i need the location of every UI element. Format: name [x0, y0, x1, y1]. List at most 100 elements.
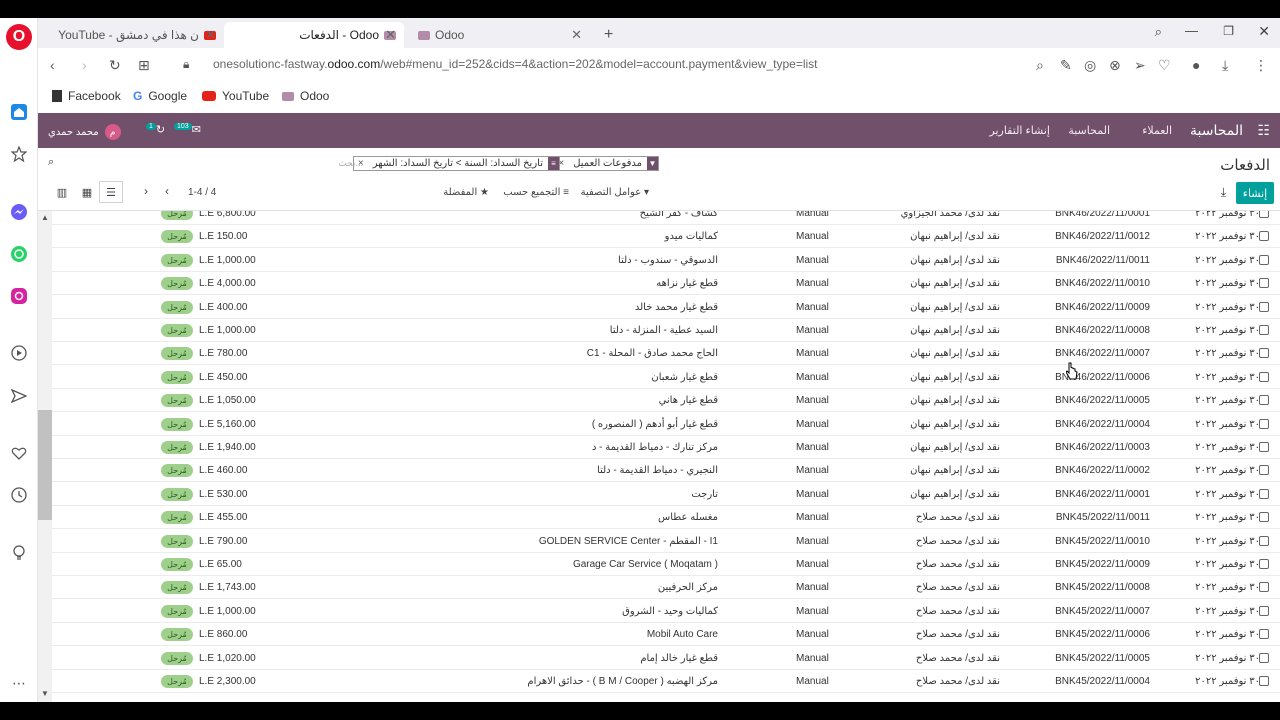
forward-icon[interactable]: ›: [82, 57, 87, 73]
search-input[interactable]: بحث...: [338, 158, 363, 169]
row-checkbox[interactable]: [1259, 211, 1269, 218]
row-checkbox[interactable]: [1259, 488, 1269, 499]
table-row[interactable]: ٣٠ نوفمبر ٢٠٢٢ BNK46/2022/11/0004 نقد لدى/…: [52, 413, 1280, 436]
table-row[interactable]: ٣٠ نوفمبر ٢٠٢٢ BNK46/2022/11/0010 نقد لدى/…: [52, 272, 1280, 296]
user-menu[interactable]: م محمد حمدي: [48, 124, 121, 140]
table-row[interactable]: ٣٠ نوفمبر ٢٠٢٢ BNK46/2022/11/0008 نقد لدى/…: [52, 319, 1280, 342]
download-icon[interactable]: ⤓: [1222, 57, 1228, 74]
table-row[interactable]: ٣٠ نوفمبر ٢٠٢٢ BNK46/2022/11/0003 نقد لدى/…: [52, 436, 1280, 459]
window-close-icon[interactable]: ✕: [1258, 23, 1270, 40]
lightbulb-icon[interactable]: [9, 543, 29, 563]
close-icon[interactable]: ✕: [385, 27, 396, 43]
facet-filter[interactable]: ▼ مدفوعات العميل ×: [553, 156, 659, 171]
groupby-dropdown[interactable]: ≡ التجميع حسب: [503, 187, 569, 198]
table-row[interactable]: ٣٠ نوفمبر ٢٠٢٢ BNK45/2022/11/0009 نقد لدى/…: [52, 553, 1280, 576]
tab-youtube[interactable]: ن هذا في دمشق - YouTube ✕: [44, 22, 224, 48]
row-checkbox[interactable]: [1259, 559, 1269, 569]
list-view-button[interactable]: ☰: [99, 181, 123, 203]
facet-groupby[interactable]: ≡ تاريخ السداد: السنة > تاريخ السداد: ال…: [352, 156, 560, 171]
url-field[interactable]: onesolutionc-fastway.odoo.com/web#menu_i…: [213, 57, 818, 71]
send-icon[interactable]: ➢: [1134, 57, 1146, 74]
messenger-icon[interactable]: [9, 202, 29, 222]
search-tabs-icon[interactable]: ⌕: [1155, 24, 1162, 40]
bookmark-youtube[interactable]: YouTube: [202, 89, 269, 103]
filters-dropdown[interactable]: ▾ عوامل التصفية: [581, 187, 649, 198]
menu-reports[interactable]: إنشاء التقارير: [989, 124, 1050, 137]
row-checkbox[interactable]: [1259, 442, 1269, 452]
bookmark-google[interactable]: G Google: [133, 89, 187, 103]
table-row[interactable]: ٣٠ نوفمبر ٢٠٢٢ BNK45/2022/11/0007 نقد لدى/…: [52, 600, 1280, 623]
back-icon[interactable]: ‹: [50, 57, 55, 73]
table-row[interactable]: ٣٠ نوفمبر ٢٠٢٢ BNK45/2022/11/0004 نقد لدى/…: [52, 670, 1280, 693]
row-checkbox[interactable]: [1259, 676, 1269, 686]
row-checkbox[interactable]: [1259, 254, 1269, 265]
star-icon[interactable]: [9, 144, 29, 164]
close-icon[interactable]: ✕: [571, 27, 582, 43]
new-tab-button[interactable]: +: [596, 22, 621, 48]
kanban-view-button[interactable]: ▦: [75, 181, 99, 203]
table-row[interactable]: ٣٠ نوفمبر ٢٠٢٢ BNK45/2022/11/0008 نقد لدى/…: [52, 576, 1280, 600]
row-checkbox[interactable]: [1259, 605, 1269, 616]
table-row[interactable]: ٣٠ نوفمبر ٢٠٢٢ BNK45/2022/11/0005 نقد لدى/…: [52, 647, 1280, 670]
reload-icon[interactable]: ↻: [109, 57, 121, 74]
table-row[interactable]: ٣٠ نوفمبر ٢٠٢٢ BNK45/2022/11/0010 نقد لدى/…: [52, 530, 1280, 553]
adblock-icon[interactable]: ⊗: [1109, 57, 1121, 74]
home-icon[interactable]: [9, 102, 29, 122]
row-checkbox[interactable]: [1259, 371, 1269, 382]
activity-icon[interactable]: ↻1: [146, 123, 165, 136]
tab-odoo[interactable]: Odoo ✕: [410, 22, 590, 48]
minimize-icon[interactable]: —: [1185, 23, 1198, 38]
menu-customers[interactable]: العملاء: [1142, 124, 1172, 137]
player-icon[interactable]: [9, 343, 29, 363]
profile-icon[interactable]: ●: [1192, 57, 1200, 73]
table-row[interactable]: ٣٠ نوفمبر ٢٠٢٢ BNK46/2022/11/0012 نقد لدى/…: [52, 225, 1280, 249]
row-checkbox[interactable]: [1259, 652, 1269, 663]
create-button[interactable]: إنشاء: [1236, 182, 1274, 204]
table-row[interactable]: ٣٠ نوفمبر ٢٠٢٢ BNK46/2022/11/0011 نقد لدى/…: [52, 249, 1280, 272]
scrollbar[interactable]: ▲ ▼: [38, 211, 52, 702]
table-row[interactable]: ٣٠ نوفمبر ٢٠٢٢ BNK46/2022/11/0007 نقد لدى/…: [52, 342, 1280, 366]
table-row[interactable]: ٣٠ نوفمبر ٢٠٢٢ BNK46/2022/11/0005 نقد لدى/…: [52, 389, 1280, 413]
menu-accounting[interactable]: المحاسبة: [1068, 124, 1110, 137]
row-checkbox[interactable]: [1259, 629, 1269, 640]
row-checkbox[interactable]: [1259, 278, 1269, 289]
bookmark-facebook[interactable]: Facebook: [52, 89, 121, 103]
app-title[interactable]: المحاسبة: [1190, 122, 1243, 139]
download-icon[interactable]: ⤓: [1221, 185, 1226, 200]
tabs-grid-icon[interactable]: ⊞: [138, 57, 150, 74]
menu-icon[interactable]: ⋮: [1254, 57, 1268, 74]
table-row[interactable]: ٣٠ نوفمبر ٢٠٢٢ BNK46/2022/11/0001 نقد لدى/…: [52, 211, 1280, 225]
edit-icon[interactable]: ✎: [1060, 57, 1072, 74]
graph-view-button[interactable]: ▥: [50, 181, 74, 203]
row-checkbox[interactable]: [1259, 512, 1269, 523]
tab-odoo-payments[interactable]: Odoo - الدفعات ✕: [224, 22, 404, 48]
row-checkbox[interactable]: [1259, 325, 1269, 335]
scroll-up-icon[interactable]: ▲: [41, 213, 49, 222]
scrollbar-thumb[interactable]: [38, 410, 52, 520]
send-icon[interactable]: [9, 386, 29, 406]
history-icon[interactable]: [9, 485, 29, 505]
table-row[interactable]: ٣٠ نوفمبر ٢٠٢٢ BNK45/2022/11/0011 نقد لدى/…: [52, 506, 1280, 530]
row-checkbox[interactable]: [1259, 465, 1269, 476]
row-checkbox[interactable]: [1259, 535, 1269, 546]
table-row[interactable]: ٣٠ نوفمبر ٢٠٢٢ BNK46/2022/11/0002 نقد لدى/…: [52, 459, 1280, 483]
opera-logo-icon[interactable]: O: [6, 24, 32, 50]
heart-icon[interactable]: [9, 443, 29, 463]
messages-icon[interactable]: ✉103: [174, 123, 201, 136]
table-row[interactable]: ٣٠ نوفمبر ٢٠٢٢ BNK46/2022/11/0009 نقد لدى/…: [52, 296, 1280, 319]
search-icon[interactable]: ⌕: [48, 156, 54, 169]
favorites-dropdown[interactable]: ★ المفضلة: [443, 187, 489, 198]
zoom-icon[interactable]: ⌕: [1036, 57, 1044, 74]
row-checkbox[interactable]: [1259, 348, 1269, 359]
scroll-down-icon[interactable]: ▼: [41, 689, 49, 698]
more-icon[interactable]: ⋯: [9, 673, 29, 693]
table-row[interactable]: ٣٠ نوفمبر ٢٠٢٢ BNK45/2022/11/0006 نقد لدى/…: [52, 623, 1280, 647]
heart-icon[interactable]: ♡: [1158, 57, 1171, 74]
row-checkbox[interactable]: [1259, 418, 1269, 429]
table-row[interactable]: ٣٠ نوفمبر ٢٠٢٢ BNK46/2022/11/0001 نقد لدى/…: [52, 483, 1280, 506]
row-checkbox[interactable]: [1259, 582, 1269, 593]
row-checkbox[interactable]: [1259, 395, 1269, 406]
row-checkbox[interactable]: [1259, 301, 1269, 312]
app-menu-icon[interactable]: ☷: [1257, 122, 1270, 139]
pager-previous-icon[interactable]: ‹: [144, 184, 148, 198]
